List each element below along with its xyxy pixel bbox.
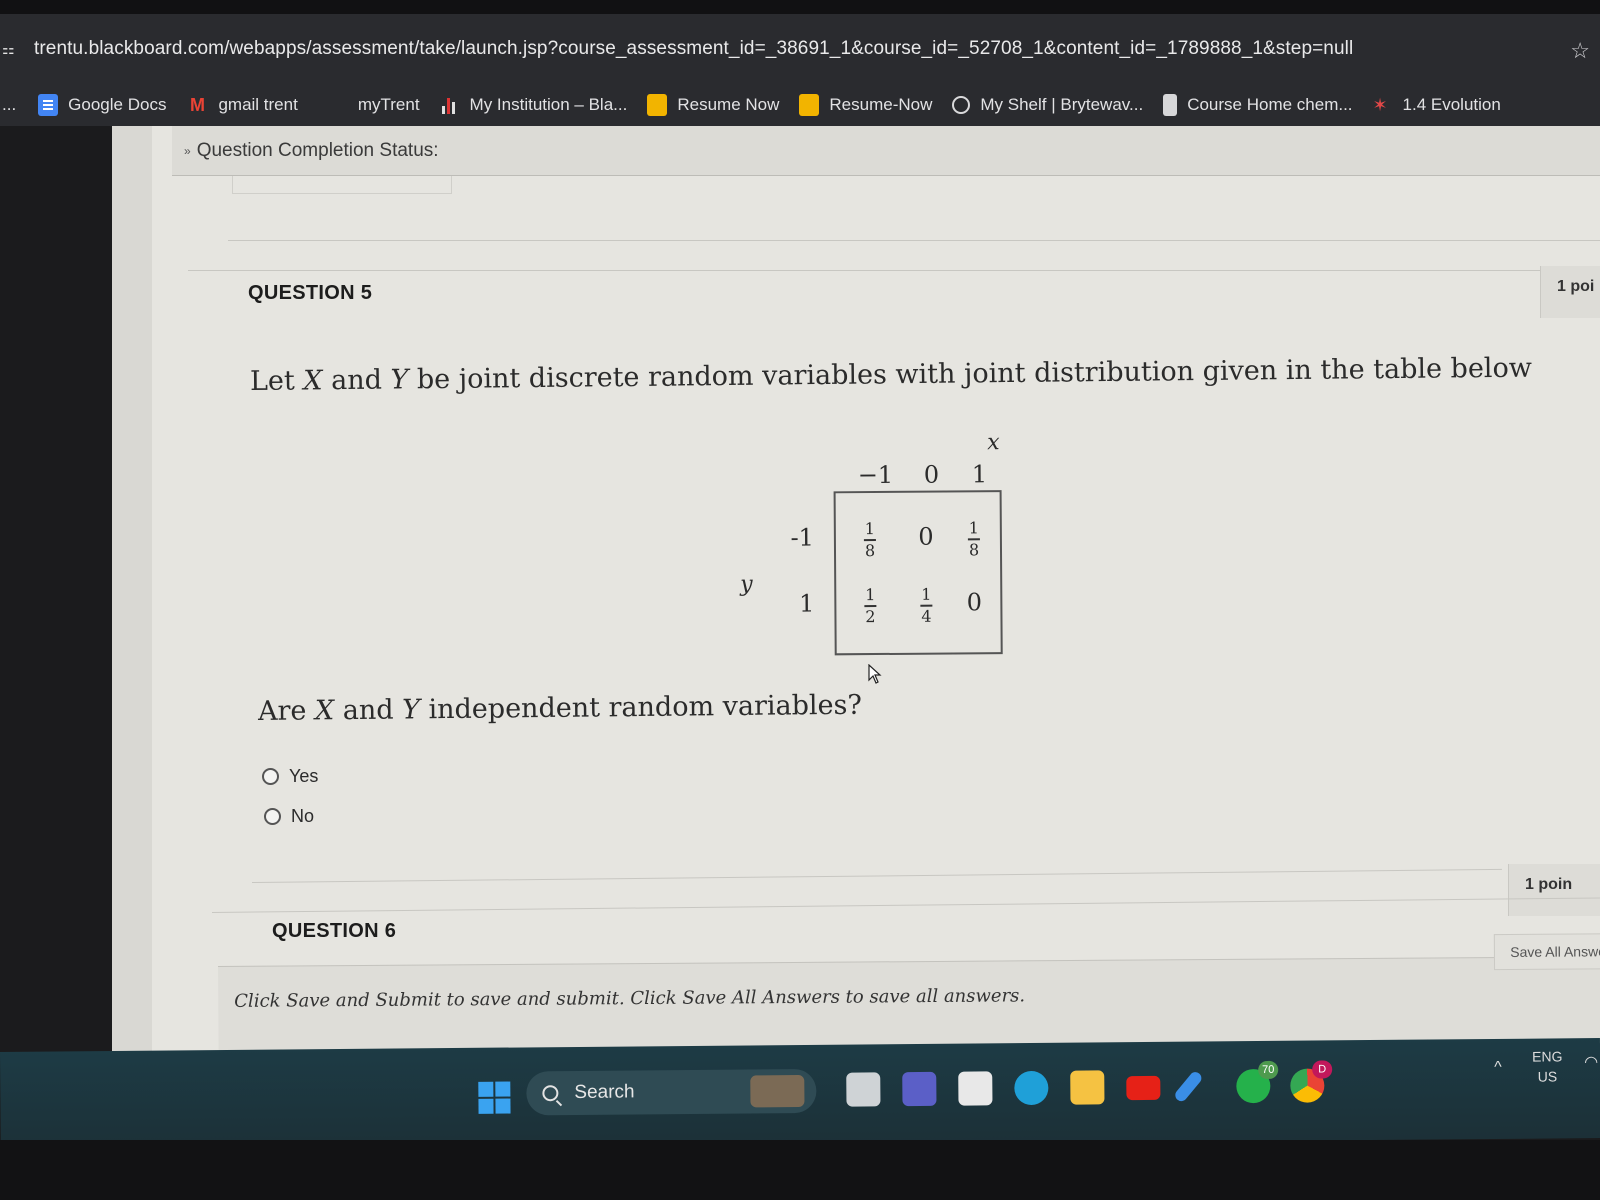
y-variable-label: y [740, 571, 753, 597]
divider [188, 270, 1600, 271]
bookmark-label: Resume-Now [829, 95, 933, 114]
bookmark-label: Resume Now [677, 95, 780, 114]
option-label: Yes [289, 766, 319, 786]
divider [211, 897, 1600, 913]
resume-icon [799, 94, 820, 116]
divider [251, 868, 1502, 883]
divider [228, 240, 1600, 241]
question-5-heading: QUESTION 5 [248, 282, 373, 304]
whatsapp-icon[interactable]: 70 [1236, 1060, 1279, 1104]
bookmark-mytrent[interactable]: myTrent [358, 95, 420, 115]
bookmark-label: My Institution – Bla... [469, 95, 628, 114]
x-value-header: 1 [971, 460, 988, 489]
whatsapp-badge: 70 [1258, 1060, 1279, 1080]
question-5-prompt: Let X and Y be joint discrete random var… [249, 352, 1533, 397]
taskbar-search[interactable]: Search [526, 1068, 817, 1116]
bookmark-my-institution[interactable]: My Institution – Bla... [440, 94, 628, 116]
bookmark-label: gmail trent [218, 95, 298, 114]
bookmark-gmail-trent[interactable]: M gmail trent [186, 94, 298, 116]
bookmark-resume-now-2[interactable]: Resume-Now [799, 94, 932, 116]
search-icon [542, 1085, 559, 1102]
option-yes[interactable]: Yes [262, 766, 318, 787]
search-highlight-image [750, 1074, 805, 1108]
resume-icon [647, 94, 668, 116]
option-no[interactable]: No [264, 806, 314, 827]
y-value-header: 1 [798, 589, 815, 618]
question-6-points: 1 poin [1508, 864, 1600, 916]
table-cell: 14 [920, 584, 933, 626]
question-5-text: Are X and Y independent random variables… [257, 689, 863, 727]
question-6-heading: QUESTION 6 [272, 920, 397, 942]
chevron-down-icon[interactable]: » [184, 144, 191, 158]
chrome-icon[interactable]: D [1290, 1060, 1333, 1103]
screen-bezel-bottom [0, 1140, 1600, 1200]
completion-status-bar[interactable]: » Question Completion Status: [172, 126, 1600, 176]
bookmark-evolution[interactable]: ✶ 1.4 Evolution [1373, 94, 1501, 116]
bookmark-label: Course Home chem... [1187, 95, 1353, 114]
table-cell: 18 [967, 518, 980, 559]
url-text[interactable]: trentu.blackboard.com/webapps/assessment… [34, 38, 1353, 60]
gmail-icon: M [189, 95, 205, 115]
bookmark-label: myTrent [357, 95, 420, 114]
x-value-header: 0 [923, 460, 940, 489]
docs-icon [38, 94, 59, 116]
red-icon: ✶ [1372, 95, 1388, 115]
assessment-content: » Question Completion Status: QUESTION 5… [152, 126, 1600, 1091]
bookmark-course-home[interactable]: Course Home chem... [1163, 94, 1353, 116]
yes-radio[interactable] [262, 768, 279, 785]
youtube-icon[interactable] [1126, 1075, 1161, 1101]
wifi-icon[interactable]: ◠ [1584, 1052, 1598, 1072]
file-explorer-icon[interactable] [1070, 1070, 1105, 1105]
save-all-answers-button[interactable]: Save All Answers [1493, 933, 1600, 971]
y-value-header: -1 [790, 523, 815, 552]
submission-instructions: Click Save and Submit to save and submit… [234, 985, 1026, 1012]
x-value-header: −1 [857, 460, 894, 490]
bookmark-my-shelf[interactable]: My Shelf | Brytewav... [952, 95, 1143, 115]
teams-icon[interactable] [902, 1071, 937, 1107]
chevron-up-icon[interactable]: ^ [1494, 1059, 1502, 1077]
status-panel-edge [232, 176, 452, 194]
search-label: Search [574, 1081, 635, 1103]
page-left-margin [0, 126, 112, 1091]
bookmarks-bar: ... Google Docs M gmail trent myTrent My… [0, 84, 1600, 126]
x-variable-label: x [987, 430, 1000, 456]
windows-taskbar: Search 70 D ^ ENG US ◠ [0, 1038, 1600, 1152]
no-radio[interactable] [264, 808, 281, 825]
page-left-panel [112, 126, 152, 1091]
bookmarks-overflow[interactable]: ... [2, 95, 16, 115]
option-label: No [291, 806, 315, 826]
completion-status-label: Question Completion Status: [196, 139, 439, 161]
doc-icon [1163, 94, 1178, 116]
bookmark-star-icon[interactable]: ☆ [1570, 38, 1590, 64]
chrome-profile-badge: D [1312, 1060, 1333, 1079]
bookmark-label: Google Docs [68, 95, 167, 114]
question-5-points: 1 poi [1540, 266, 1600, 318]
bookmark-google-docs[interactable]: Google Docs [38, 94, 166, 116]
table-cell: 0 [918, 522, 934, 551]
site-settings-icon[interactable]: ⚏ [2, 42, 18, 56]
microsoft-store-icon[interactable] [958, 1071, 993, 1106]
language-indicator[interactable]: ENG US [1532, 1046, 1563, 1086]
table-cell: 12 [864, 585, 877, 626]
windows-start-icon[interactable] [478, 1081, 511, 1114]
bookmark-resume-now[interactable]: Resume Now [647, 94, 779, 116]
bookmark-label: 1.4 Evolution [1402, 95, 1501, 114]
screen-bezel [0, 0, 1600, 14]
address-bar[interactable]: ⚏ trentu.blackboard.com/webapps/assessme… [0, 14, 1600, 84]
joint-distribution-table: x −1 0 1 y -1 1 18 0 18 12 14 0 [739, 430, 1021, 672]
bars-icon [440, 94, 460, 116]
globe-icon [952, 96, 971, 114]
edge-icon[interactable] [1014, 1070, 1049, 1106]
table-grid: 18 0 18 12 14 0 [833, 490, 1003, 656]
table-cell: 18 [863, 519, 876, 560]
task-view-icon[interactable] [846, 1072, 881, 1107]
table-cell: 0 [966, 588, 983, 617]
pen-app-icon[interactable] [1172, 1069, 1204, 1104]
bookmark-label: My Shelf | Brytewav... [980, 95, 1144, 114]
mouse-cursor-icon [868, 664, 882, 684]
